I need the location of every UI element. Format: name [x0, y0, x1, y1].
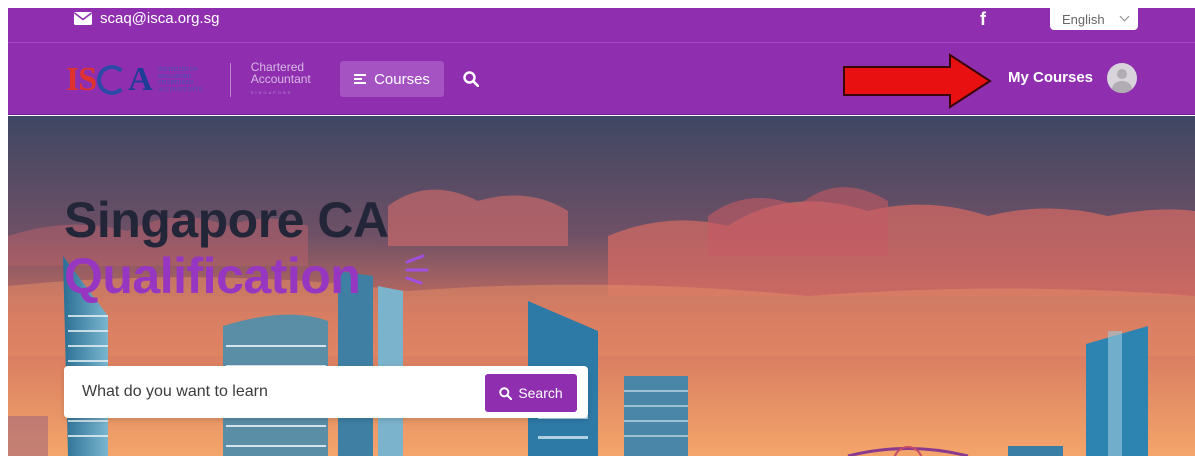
search-button[interactable]: Search [485, 374, 577, 412]
sparkle-icon [405, 254, 429, 285]
courses-menu-button[interactable]: Courses [340, 61, 444, 97]
logo-letters-left: IS [66, 61, 97, 98]
ca-line2: Accountant [250, 72, 311, 86]
isca-logo[interactable]: IS A INSTITUTE OF SINGAPORE CHARTERED AC… [66, 59, 311, 101]
search-button-label: Search [518, 385, 563, 401]
logo-divider [229, 63, 231, 97]
envelope-icon [74, 11, 92, 25]
main-navbar: IS A INSTITUTE OF SINGAPORE CHARTERED AC… [8, 42, 1195, 115]
hero-banner: Singapore CA Qualification Search [8, 116, 1195, 456]
top-utility-bar: scaq@isca.org.sg f English [8, 8, 1195, 42]
chevron-down-icon [1119, 11, 1130, 22]
isca-logo-mark: IS A [66, 61, 153, 99]
my-courses-link[interactable]: My Courses [1008, 69, 1093, 86]
course-search-input[interactable] [82, 366, 472, 418]
chartered-accountant-logo: Chartered Accountant SINGAPORE [251, 61, 311, 99]
hero-title-line2: Qualification [64, 248, 361, 304]
courses-label: Courses [374, 70, 430, 88]
logo-subtext: INSTITUTE OF SINGAPORE CHARTERED ACCOUNT… [157, 67, 202, 93]
user-avatar-icon[interactable] [1107, 63, 1137, 93]
search-icon[interactable] [463, 71, 479, 87]
hero-heading: Singapore CA Qualification [64, 192, 389, 304]
ca-small: SINGAPORE [250, 90, 293, 95]
language-value: English [1062, 11, 1105, 27]
hero-search-box: Search [64, 366, 588, 418]
logo-swirl-icon [97, 65, 128, 95]
menu-icon [354, 74, 367, 84]
contact-email-link[interactable]: scaq@isca.org.sg [74, 8, 219, 28]
language-select[interactable]: English [1050, 8, 1138, 30]
facebook-icon[interactable]: f [976, 8, 990, 30]
page: scaq@isca.org.sg f English IS A INSTITUT… [8, 8, 1195, 456]
contact-email: scaq@isca.org.sg [100, 9, 220, 27]
arrow-right-icon [843, 53, 992, 109]
logo-letters-right: A [128, 61, 153, 98]
search-icon [499, 386, 513, 400]
hero-title-line1: Singapore CA [64, 192, 389, 248]
